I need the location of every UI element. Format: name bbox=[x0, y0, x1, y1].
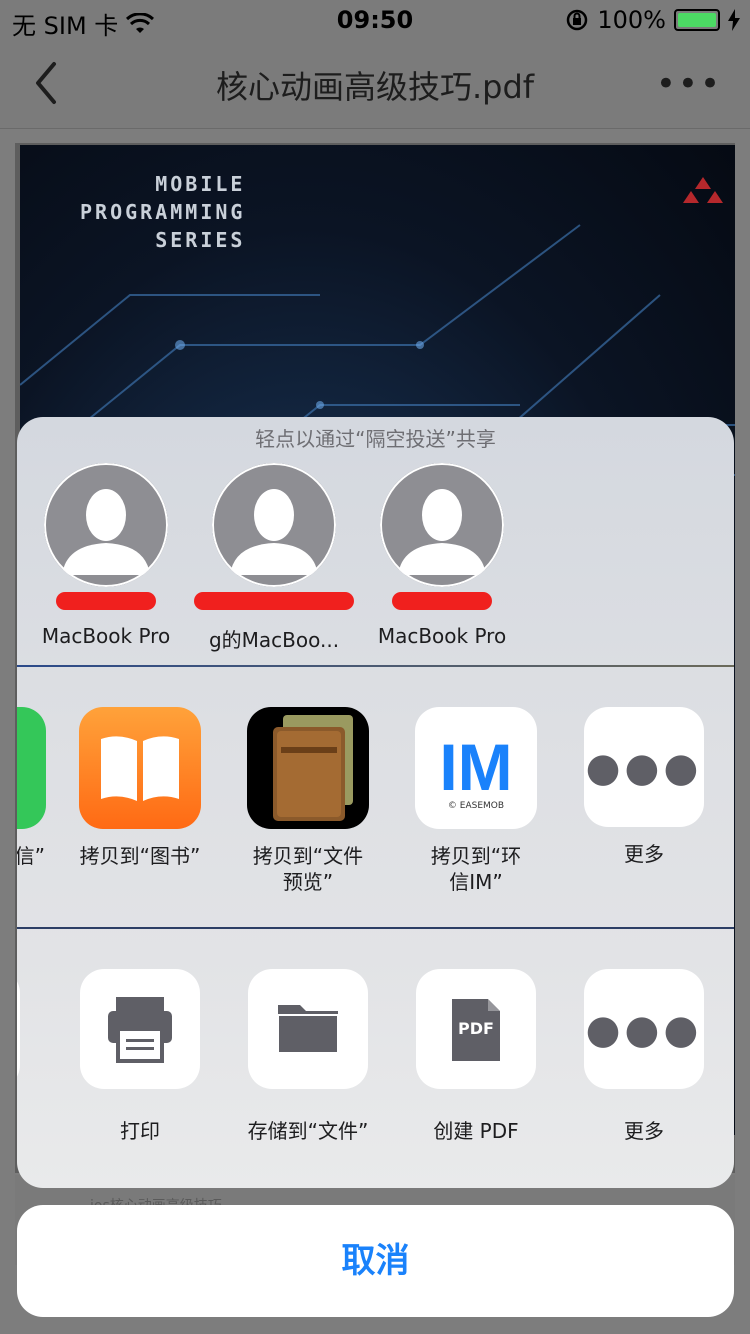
redaction-mark bbox=[56, 592, 156, 610]
app-books[interactable]: 拷贝到“图书” bbox=[70, 707, 210, 869]
folder-icon bbox=[248, 969, 368, 1089]
status-bar: 无 SIM 卡 09:50 100% bbox=[0, 0, 750, 40]
action-create-pdf[interactable]: PDF 创建 PDF bbox=[396, 969, 556, 1144]
easemob-im-icon: IM © EASEMOB bbox=[415, 707, 537, 829]
pdf-icon: PDF bbox=[416, 969, 536, 1089]
share-sheet: 轻点以通过“隔空投送”共享 MacBook Pro g的MacBoo... Ma… bbox=[17, 417, 734, 1188]
file-viewer-icon bbox=[247, 707, 369, 829]
action-print[interactable]: 打印 bbox=[60, 969, 220, 1144]
contact-name: g的MacBoo... bbox=[208, 628, 340, 652]
publisher-logo-icon bbox=[683, 177, 723, 203]
more-icon: ●●● bbox=[584, 969, 704, 1089]
books-icon bbox=[79, 707, 201, 829]
redaction-mark bbox=[392, 592, 492, 610]
app-easemob-im[interactable]: IM © EASEMOB 拷贝到“环 信IM” bbox=[406, 707, 546, 895]
action-more[interactable]: ●●● 更多 bbox=[564, 969, 724, 1144]
app-messages[interactable]: 信” bbox=[17, 707, 55, 869]
messages-icon bbox=[17, 707, 46, 829]
app-more[interactable]: ●●● 更多 bbox=[574, 707, 714, 867]
rotation-lock-icon bbox=[567, 9, 588, 31]
action-save-to-files[interactable]: 存储到“文件” bbox=[228, 969, 388, 1144]
contact-name: MacBook Pro bbox=[377, 624, 507, 648]
app-file-viewer[interactable]: 拷贝到“文件 预览” bbox=[238, 707, 378, 895]
cover-series-text: MOBILE PROGRAMMING SERIES bbox=[80, 172, 246, 252]
avatar bbox=[212, 463, 336, 587]
battery-percent: 100% bbox=[597, 6, 666, 34]
avatar bbox=[380, 463, 504, 587]
action-partial[interactable] bbox=[17, 969, 40, 1089]
navigation-bar: 核心动画高级技巧.pdf ••• bbox=[0, 40, 750, 129]
redaction-mark bbox=[194, 592, 354, 610]
airdrop-contact[interactable]: MacBook Pro bbox=[357, 463, 527, 648]
divider bbox=[17, 665, 734, 667]
cancel-button[interactable]: 取消 bbox=[17, 1205, 734, 1317]
airdrop-title: 轻点以通过“隔空投送”共享 bbox=[255, 427, 496, 451]
airdrop-contact[interactable]: MacBook Pro bbox=[21, 463, 191, 648]
battery-icon bbox=[674, 9, 720, 31]
page-title: 核心动画高级技巧.pdf bbox=[215, 68, 535, 106]
printer-icon bbox=[80, 969, 200, 1089]
charging-bolt-icon bbox=[728, 9, 740, 31]
divider bbox=[17, 927, 734, 929]
more-icon: ●●● bbox=[584, 707, 704, 827]
contact-name: MacBook Pro bbox=[41, 624, 171, 648]
avatar bbox=[44, 463, 168, 587]
ellipsis-icon[interactable]: ••• bbox=[656, 64, 722, 104]
airdrop-contact[interactable]: g的MacBoo... bbox=[189, 463, 359, 653]
